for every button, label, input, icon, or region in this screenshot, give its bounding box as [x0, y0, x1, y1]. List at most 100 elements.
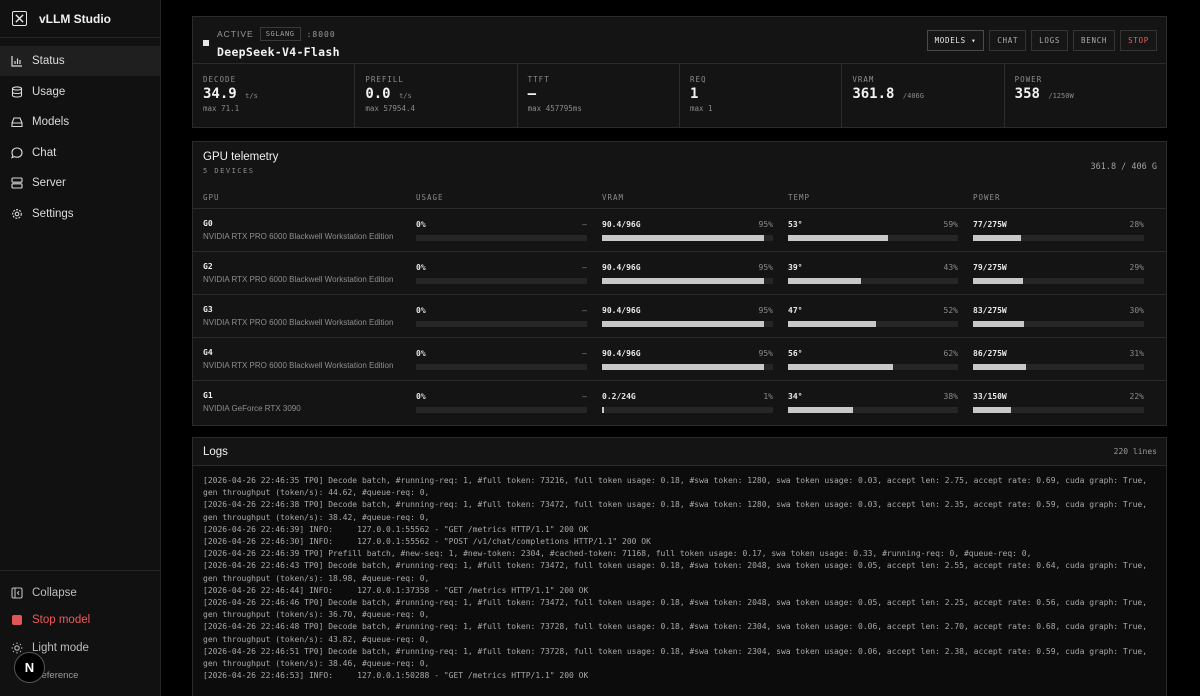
logs-button[interactable]: LOGS	[1031, 30, 1069, 51]
metric-value: 0.0 t/s	[365, 86, 412, 102]
vram-value: 90.4/96G	[602, 349, 641, 358]
usage-percent: —	[582, 220, 587, 229]
log-line: [2026-04-26 22:46:51 TP0] Decode batch, …	[203, 646, 1152, 669]
gpu-usage-cell: 0% —	[416, 209, 602, 251]
main-content: ACTIVE SGLANG :8000 DeepSeek-V4-Flash MO…	[161, 0, 1200, 696]
metric-label: TTFT	[527, 75, 550, 84]
power-percent: 30%	[1129, 306, 1144, 315]
gpu-id-cell: G4 NVIDIA RTX PRO 6000 Blackwell Worksta…	[203, 338, 416, 380]
usage-percent: —	[582, 349, 587, 358]
vram-bar-fill	[602, 278, 765, 284]
log-line: [2026-04-26 22:46:48 TP0] Decode batch, …	[203, 622, 1152, 644]
power-value: 83/275W	[973, 306, 1007, 315]
logs-output[interactable]: [2026-04-26 22:46:35 TP0] Decode batch, …	[193, 466, 1166, 696]
brand[interactable]: vLLM Studio	[0, 0, 160, 38]
sidebar-item-chat[interactable]: Chat	[0, 138, 160, 168]
model-header-panel: ACTIVE SGLANG :8000 DeepSeek-V4-Flash MO…	[192, 16, 1167, 128]
metric-decode: DECODE 34.9 t/s max 71.1	[193, 64, 356, 127]
power-bar-fill	[973, 235, 1021, 241]
gpu-vram-cell: 0.2/24G 1%	[602, 381, 788, 424]
gpu-row: G0 NVIDIA RTX PRO 6000 Blackwell Worksta…	[193, 209, 1166, 252]
sidebar-item-models[interactable]: Models	[0, 107, 160, 137]
sidebar-item-status[interactable]: Status	[0, 46, 160, 76]
sidebar-item-settings[interactable]: Settings	[0, 199, 160, 229]
model-info: ACTIVE SGLANG :8000 DeepSeek-V4-Flash	[203, 27, 340, 63]
temp-bar-fill	[788, 235, 889, 241]
temp-value: 53°	[788, 220, 803, 229]
gpu-telemetry-panel: GPU telemetry 5 DEVICES 361.8 / 406 G GP…	[192, 141, 1167, 426]
col-gpu: GPU	[203, 193, 220, 202]
sidebar-item-server[interactable]: Server	[0, 168, 160, 198]
gpu-telemetry-title: GPU telemetry	[203, 151, 279, 163]
app-root: vLLM Studio Status Usage Models Chat Ser…	[0, 0, 1200, 696]
gpu-id: G1	[203, 391, 213, 400]
power-bar	[973, 407, 1144, 413]
chat-button[interactable]: CHAT	[989, 30, 1027, 51]
temp-value: 47°	[788, 306, 803, 315]
power-bar-fill	[973, 278, 1023, 284]
gpu-power-cell: 86/275W 31%	[973, 338, 1159, 380]
metrics-row: DECODE 34.9 t/s max 71.1 PREFILL 0.0 t/s…	[193, 64, 1166, 127]
temp-bar	[788, 364, 958, 370]
log-line: [2026-04-26 22:46:35 TP0] Decode batch, …	[203, 476, 1152, 498]
col-usage: USAGE	[416, 193, 444, 202]
stop-button[interactable]: STOP	[1120, 30, 1157, 51]
vram-bar	[602, 278, 773, 284]
temp-percent: 59%	[943, 220, 958, 229]
gpu-table-header: GPU USAGE VRAM TEMP POWER	[193, 187, 1166, 209]
metric-label: REQ	[689, 75, 707, 84]
vram-percent: 95%	[758, 263, 773, 272]
gpu-row: G3 NVIDIA RTX PRO 6000 Blackwell Worksta…	[193, 295, 1166, 338]
vram-percent: 1%	[763, 392, 773, 401]
gpu-usage-cell: 0% —	[416, 252, 602, 294]
gpu-temp-cell: 39° 43%	[788, 252, 973, 294]
gpu-power-cell: 77/275W 28%	[973, 209, 1159, 251]
temp-bar-fill	[788, 278, 862, 284]
log-line: [2026-04-26 22:46:53] INFO: 127.0.0.1:50…	[203, 671, 589, 681]
stop-square-icon	[11, 614, 23, 626]
usage-bar	[416, 235, 587, 241]
logs-header: Logs 220 lines	[193, 438, 1166, 466]
metric-sub: max 57954.4	[365, 104, 415, 113]
vram-bar-fill	[602, 364, 765, 370]
usage-value: 0%	[416, 263, 426, 272]
usage-bar	[416, 407, 587, 413]
dev-tools-badge[interactable]: N	[14, 652, 45, 683]
power-percent: 28%	[1129, 220, 1144, 229]
power-value: 86/275W	[973, 349, 1007, 358]
log-line: [2026-04-26 22:46:38 TP0] Decode batch, …	[203, 500, 1152, 522]
temp-bar-fill	[788, 407, 853, 413]
temp-bar	[788, 278, 958, 284]
vram-value: 90.4/96G	[602, 220, 641, 229]
collapse-label: Collapse	[32, 586, 77, 599]
gpu-temp-cell: 56° 62%	[788, 338, 973, 380]
vram-bar-fill	[602, 321, 765, 327]
gpu-id: G2	[203, 262, 213, 271]
temp-percent: 38%	[943, 392, 958, 401]
power-bar-fill	[973, 364, 1026, 370]
sidebar-item-usage[interactable]: Usage	[0, 77, 160, 107]
gpu-row: G2 NVIDIA RTX PRO 6000 Blackwell Worksta…	[193, 252, 1166, 295]
bench-button[interactable]: BENCH	[1073, 30, 1116, 51]
model-header-top: ACTIVE SGLANG :8000 DeepSeek-V4-Flash MO…	[193, 17, 1166, 64]
metric-sub: max 1	[689, 104, 713, 113]
vram-value: 90.4/96G	[602, 306, 641, 315]
logs-line-count: 220 lines	[1113, 447, 1157, 456]
gpu-name: NVIDIA RTX PRO 6000 Blackwell Workstatio…	[203, 275, 394, 284]
metric-sub: max 457795ms	[527, 104, 582, 113]
collapse-icon	[11, 587, 23, 599]
temp-value: 39°	[788, 263, 803, 272]
vram-bar	[602, 235, 773, 241]
gpu-name: NVIDIA RTX PRO 6000 Blackwell Workstatio…	[203, 232, 394, 241]
models-dropdown-button[interactable]: MODELS ▾	[926, 30, 985, 51]
usage-value: 0%	[416, 306, 426, 315]
stop-model-button[interactable]: Stop model	[0, 607, 160, 635]
power-value: 77/275W	[973, 220, 1007, 229]
light-mode-label: Light mode	[32, 641, 89, 654]
collapse-button[interactable]: Collapse	[0, 579, 160, 607]
vram-value: 90.4/96G	[602, 263, 641, 272]
gpu-id-cell: G3 NVIDIA RTX PRO 6000 Blackwell Worksta…	[203, 295, 416, 337]
vram-bar	[602, 321, 773, 327]
sidebar-item-label: Settings	[32, 207, 74, 220]
vram-percent: 95%	[758, 349, 773, 358]
